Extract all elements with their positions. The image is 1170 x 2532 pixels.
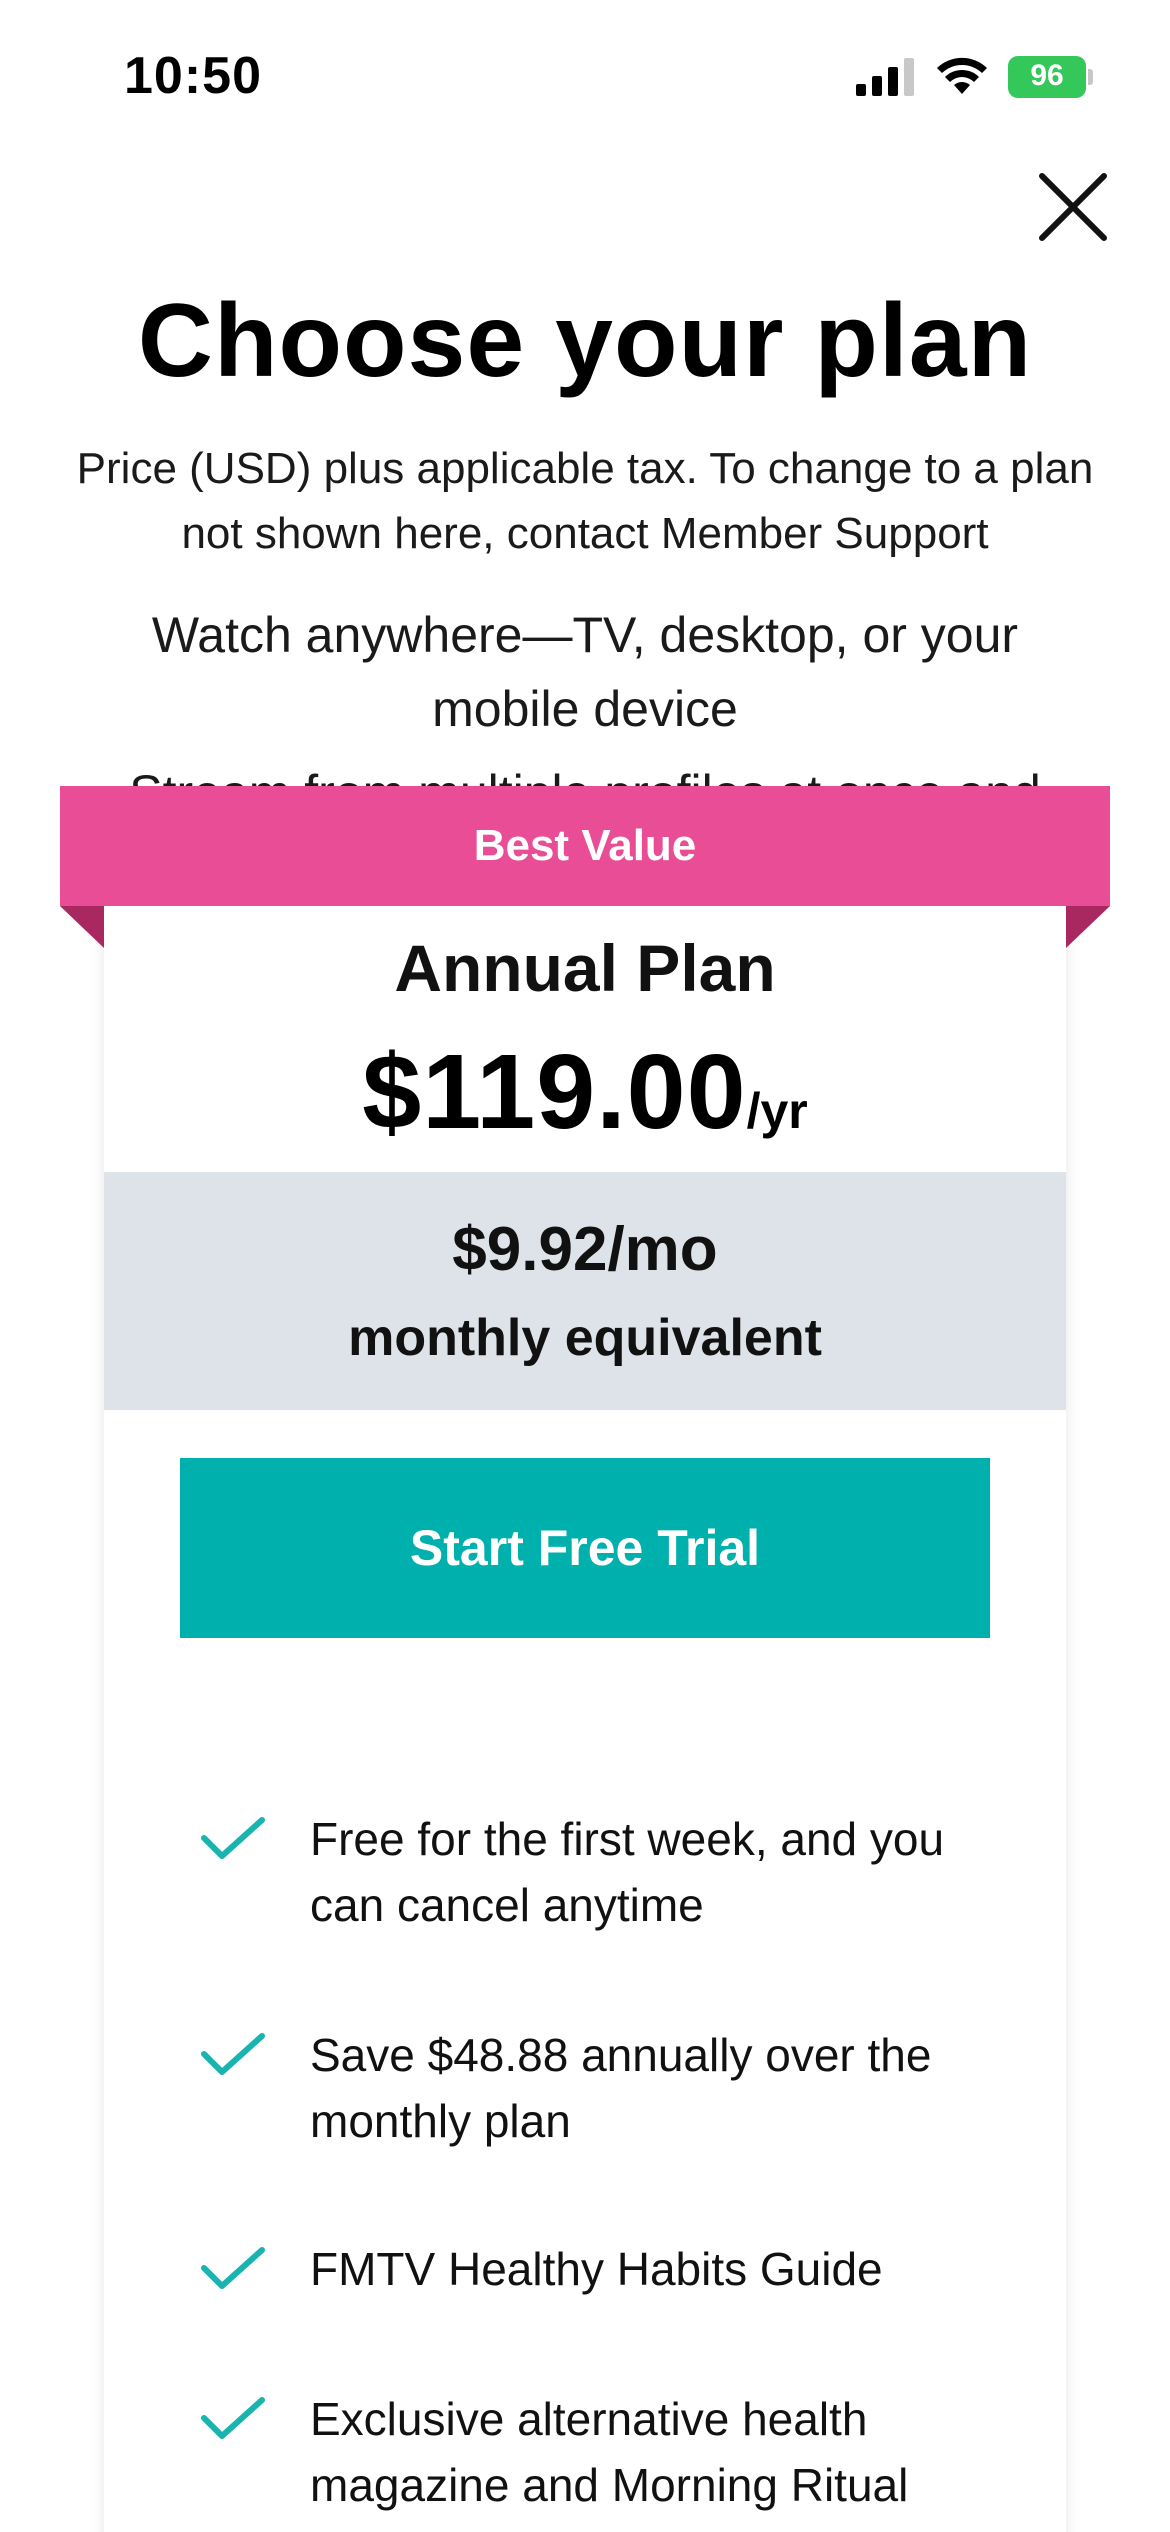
feature-watch-anywhere: Watch anywhere—TV, desktop, or your mobi…: [151, 607, 1019, 737]
benefit-text: Exclusive alternative health magazine an…: [310, 2393, 909, 2532]
cellular-signal-icon: [856, 58, 914, 96]
plan-price: $119.00/yr: [104, 1032, 1066, 1153]
check-icon: [201, 1817, 265, 1859]
check-icon: [201, 2033, 265, 2075]
status-bar: 10:50 96: [0, 0, 1170, 150]
status-time: 10:50: [124, 47, 262, 105]
ribbon-fold-left: [60, 906, 104, 948]
benefit-text: Save $48.88 annually over the monthly pl…: [310, 2029, 932, 2147]
price-amount: $119.00: [362, 1033, 747, 1151]
battery-cap: [1088, 69, 1093, 85]
best-value-label: Best Value: [473, 821, 697, 870]
pricing-note: Price (USD) plus applicable tax. To chan…: [76, 444, 1094, 558]
page-title: Choose your plan: [137, 283, 1033, 399]
monthly-price: $9.92/mo: [452, 1215, 718, 1284]
check-icon: [201, 2247, 265, 2289]
monthly-label: monthly equivalent: [348, 1309, 822, 1367]
plan-selection-screen: 10:50 96 Choose your plan Price (USD) pl…: [0, 0, 1170, 2532]
ribbon-fold-right: [1066, 906, 1110, 948]
battery-level: 96: [1030, 59, 1064, 92]
check-icon: [201, 2397, 265, 2439]
benefit-text: FMTV Healthy Habits Guide: [310, 2243, 883, 2295]
plan-name: Annual Plan: [394, 931, 776, 1005]
battery-body: 96: [1008, 56, 1086, 98]
start-free-trial-label: Start Free Trial: [409, 1520, 761, 1576]
feature-partial-text: Stream from multiple profiles at once an…: [60, 756, 1110, 786]
best-value-ribbon: Best Value: [60, 786, 1110, 906]
benefit-text: Free for the first week, and you can can…: [310, 1813, 945, 1931]
battery-icon: 96: [1008, 56, 1093, 98]
monthly-equivalent-box: $9.92/mo monthly equivalent: [104, 1172, 1066, 1410]
price-unit: /yr: [746, 1083, 808, 1139]
wifi-icon: [937, 57, 987, 94]
start-free-trial-button[interactable]: Start Free Trial: [180, 1458, 990, 1638]
feature-partial: Stream from multiple profiles at once an…: [60, 756, 1110, 786]
close-icon[interactable]: [1036, 170, 1110, 244]
